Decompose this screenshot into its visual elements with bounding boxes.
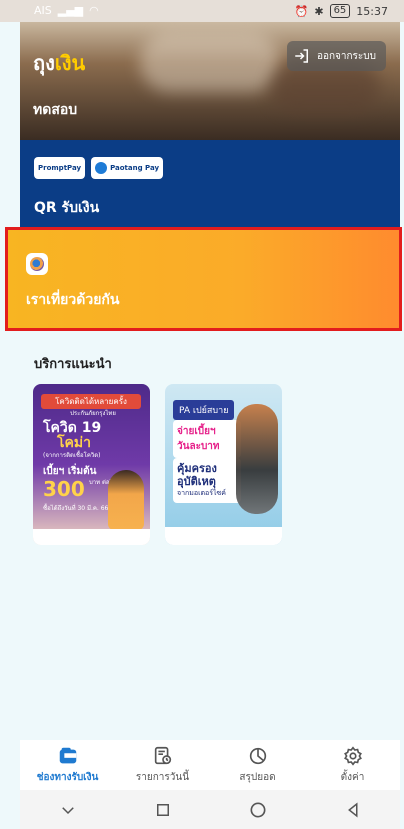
shop-name: ทดสอบ [33,102,78,118]
banner2-line4: อุบัติเหตุ [177,475,216,488]
clock: 15:37 [356,4,388,18]
banner1-footer [33,529,150,545]
banner-pa-insurance[interactable]: PA เปย์สบาย จ่ายเบี้ยฯ วันละบาท คุ้มครอง… [165,384,282,545]
tab-today-transactions[interactable]: รายการวันนี้ [115,740,210,790]
rao-tiew-card[interactable]: เราเที่ยวด้วยกัน [5,227,402,331]
banner2-coverage-box: คุ้มครอง อุบัติเหตุ จากมอเตอร์ไซค์ [173,458,241,503]
banner2-line5: จากมอเตอร์ไซค์ [177,489,226,497]
qr-card-title: QR รับเงิน [34,200,100,216]
brand-part-2: เงิน [54,51,86,75]
tab-settings[interactable]: ตั้งค่า [305,740,400,790]
receipt-clock-icon [154,746,171,765]
system-nav-bar [20,790,400,829]
app-logo: ถุงเงิน [33,47,85,79]
brand-part-1: ถุง [33,51,55,75]
pie-chart-icon [249,747,266,765]
rao-tiew-logo-icon [26,253,48,275]
banner1-note: (จากการติดเชื้อโควิด) [43,452,101,459]
logout-label: ออกจากระบบ [316,50,376,62]
promptpay-logo: PromptPay [34,157,86,179]
banner1-headline: โควิดติดได้หลายครั้ง [41,394,141,409]
tab-summary-label: สรุปยอด [239,772,276,783]
battery-indicator: 65 [329,4,351,18]
banner2-tag: PA เปย์สบาย [173,400,235,420]
tab-summary[interactable]: สรุปยอด [210,740,305,790]
banner-covid-insurance[interactable]: โควิดติดได้หลายครั้ง ประกันภัยกรุงไทย โค… [33,384,150,545]
banner1-price: 300 [43,477,85,501]
tab-receive-channels-label: ช่องทางรับเงิน [36,772,99,783]
qr-receive-card[interactable]: PromptPay Paotang Pay QR รับเงิน [20,140,400,228]
status-bar: AIS ▂▄▆ ◠ ⏰ ✱ 65 15:37 [0,0,404,22]
wallet-icon [59,747,76,764]
banner2-footer [165,527,282,545]
tab-receive-channels[interactable]: ช่องทางรับเงิน [20,740,115,790]
payment-logos: PromptPay Paotang Pay [34,157,164,179]
banner2-line2: วันละบาท [177,441,220,452]
alarm-icon: ⏰ [294,4,309,18]
logout-button[interactable]: ออกจากระบบ [286,41,386,71]
recents-icon[interactable] [151,798,175,822]
banner1-person-image [108,470,144,530]
banner2-line1: จ่ายเบี้ยฯ [177,426,216,437]
recommended-title: บริการแนะนำ [34,357,112,372]
bottom-tab-bar: ช่องทางรับเงิน รายการวันนี้ สรุปยอด ตั้ง… [20,740,400,790]
carrier-label: AIS [34,4,52,17]
gear-icon [343,746,362,766]
status-left: AIS ▂▄▆ ◠ [34,4,99,17]
bluetooth-icon: ✱ [314,4,324,18]
app-header: ถุงเงิน ออกจากระบบ ทดสอบ [20,22,400,140]
rao-tiew-title: เราเที่ยวด้วยกัน [26,292,120,308]
back-icon[interactable] [341,798,365,822]
banner2-line3: คุ้มครอง [177,462,217,475]
chevron-down-icon[interactable] [56,798,80,822]
status-right: ⏰ ✱ 65 15:37 [295,4,388,18]
banner2-price-box: จ่ายเบี้ยฯ วันละบาท [173,420,241,458]
tab-today-transactions-label: รายการวันนี้ [135,772,190,783]
paotang-logo: Paotang Pay [91,157,164,179]
logout-icon [295,49,308,63]
signal-icon: ▂▄▆ [57,4,84,17]
tab-settings-label: ตั้งค่า [340,772,365,783]
home-icon[interactable] [246,798,270,822]
banner2-rider-image [236,404,278,514]
wifi-icon: ◠ [89,4,99,17]
